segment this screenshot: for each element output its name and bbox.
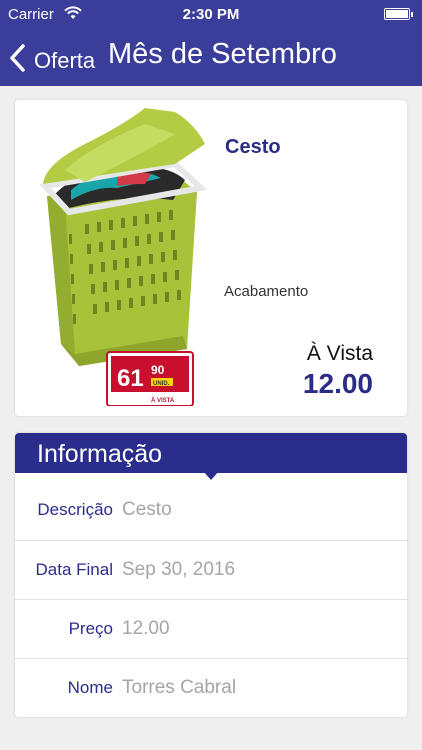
info-label: Preço [68, 619, 113, 638]
header-pointer-icon [203, 471, 219, 480]
price-label: À Vista [306, 342, 373, 365]
info-header: Informação [15, 433, 407, 480]
info-label: Descrição [37, 500, 113, 519]
product-finish: Acabamento [224, 283, 309, 300]
info-header-title: Informação [37, 440, 163, 468]
tag-note: À VISTA [151, 397, 175, 404]
navigation-bar: Oferta Mês de Setembro [0, 30, 422, 86]
info-row-description: Descrição Cesto [15, 481, 407, 539]
price-value: 12.00 [302, 368, 373, 399]
tag-price-main: 61 [117, 365, 144, 392]
tag-price-cents: 90 [151, 363, 165, 377]
product-image: 61 90 UNID. À VISTA [39, 108, 208, 406]
back-label: Oferta [34, 48, 96, 73]
info-value: Cesto [122, 499, 172, 520]
page-title: Mês de Setembro [108, 38, 337, 70]
product-card[interactable]: 61 90 UNID. À VISTA Cesto Acabamento À V… [15, 100, 407, 416]
info-section: Informação Descrição Cesto Data Final Se… [15, 433, 407, 717]
battery-icon [384, 8, 413, 20]
status-bar: Carrier 2:30 PM [0, 0, 422, 30]
back-button[interactable]: Oferta [8, 38, 95, 78]
info-row-price: Preço 12.00 [15, 599, 407, 657]
info-label: Data Final [35, 560, 113, 579]
tag-unit: UNID. [153, 381, 170, 387]
info-value: Sep 30, 2016 [122, 559, 236, 580]
info-label: Nome [67, 678, 113, 697]
product-name: Cesto [225, 136, 281, 158]
chevron-left-icon [10, 44, 25, 72]
clock: 2:30 PM [182, 6, 240, 23]
info-row-name: Nome Torres Cabral [15, 658, 407, 716]
top-bar: Carrier 2:30 PM Oferta Mês de Setembro [0, 0, 422, 86]
info-value: Torres Cabral [122, 677, 237, 698]
info-row-end-date: Data Final Sep 30, 2016 [15, 540, 407, 598]
info-value: 12.00 [122, 618, 170, 639]
